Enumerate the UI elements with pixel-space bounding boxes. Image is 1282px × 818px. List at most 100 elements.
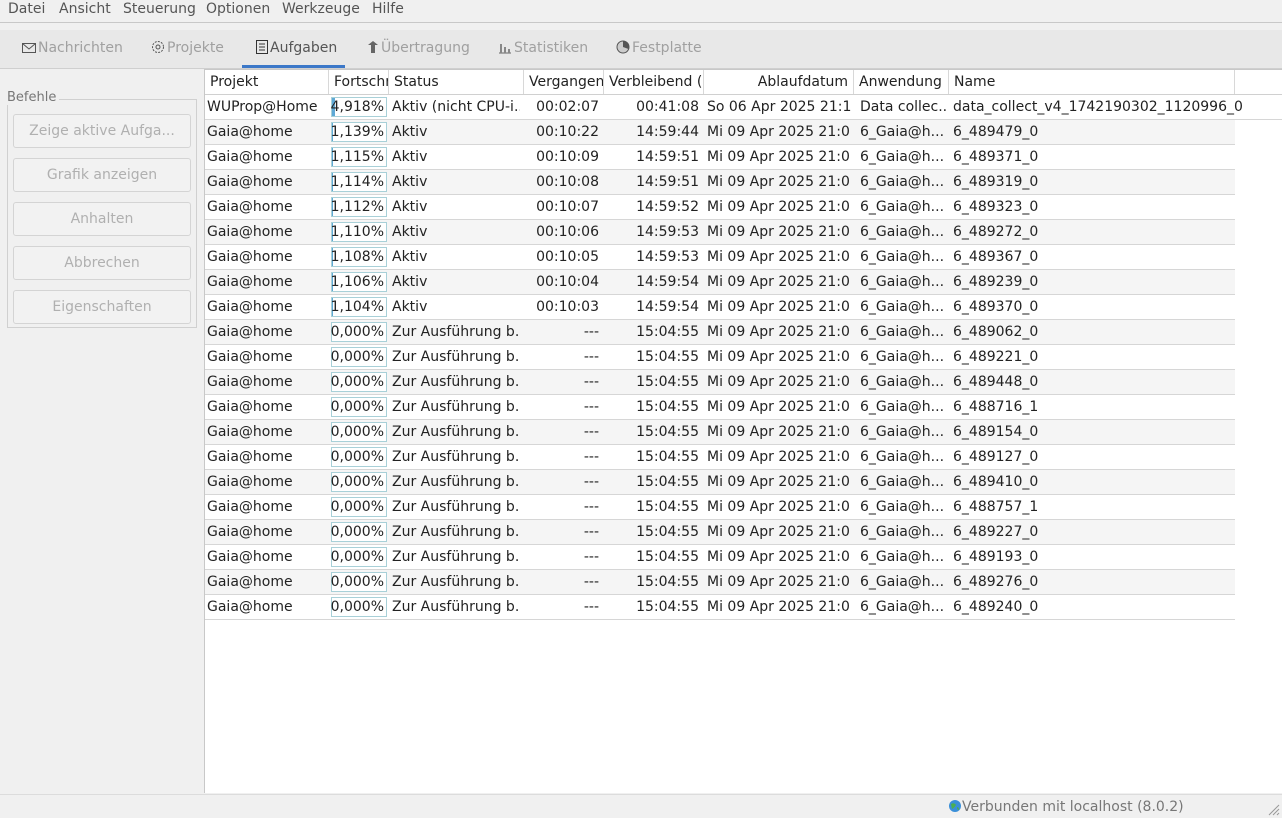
- progress-text: 0,000%: [330, 399, 384, 415]
- progress-text: 0,000%: [330, 449, 384, 465]
- cell-status: Aktiv: [392, 274, 428, 290]
- cell-deadline: Mi 09 Apr 2025 21:0...: [707, 249, 851, 265]
- column-header-status[interactable]: Status: [389, 70, 524, 94]
- table-row[interactable]: Gaia@home Zur Ausführung b... --- 15:04:55 M…: [205, 595, 1235, 620]
- progress-bar: 0,000%: [331, 422, 387, 442]
- table-row[interactable]: Gaia@home Aktiv 00:10:04 14:59:54 Mi 09 Apr …: [205, 270, 1235, 295]
- cell-status: Zur Ausführung b...: [392, 549, 520, 565]
- cell-name: 6_489193_0: [953, 549, 1039, 565]
- show-graphics-button[interactable]: Grafik anzeigen: [13, 158, 191, 192]
- column-header-fortschritt[interactable]: Fortschr: [329, 70, 389, 94]
- tab-label: Übertragung: [381, 40, 470, 56]
- cell-status: Aktiv (nicht CPU-i...: [392, 99, 520, 115]
- cell-application: 6_Gaia@h...: [860, 399, 945, 415]
- cell-elapsed: 00:10:22: [536, 124, 599, 140]
- progress-bar: 4,918%: [331, 97, 387, 117]
- table-row[interactable]: Gaia@home Zur Ausführung b... --- 15:04:55 M…: [205, 345, 1235, 370]
- table-row[interactable]: Gaia@home Aktiv 00:10:05 14:59:53 Mi 09 Apr …: [205, 245, 1235, 270]
- cell-status: Zur Ausführung b...: [392, 449, 520, 465]
- cell-deadline: Mi 09 Apr 2025 21:0...: [707, 299, 851, 315]
- tab-label: Projekte: [167, 40, 224, 56]
- table-row[interactable]: Gaia@home Aktiv 00:10:08 14:59:51 Mi 09 Apr …: [205, 170, 1235, 195]
- menu-datei[interactable]: Datei: [8, 1, 45, 17]
- tab-nachrichten[interactable]: Nachrichten: [22, 40, 123, 60]
- menu-ansicht[interactable]: Ansicht: [59, 1, 111, 17]
- cell-elapsed: 00:10:06: [536, 224, 599, 240]
- menu-hilfe[interactable]: Hilfe: [372, 1, 404, 17]
- table-row[interactable]: Gaia@home Aktiv 00:10:09 14:59:51 Mi 09 Apr …: [205, 145, 1235, 170]
- cell-deadline: Mi 09 Apr 2025 21:0...: [707, 449, 851, 465]
- tab-statistiken[interactable]: Statistiken: [498, 40, 588, 60]
- cell-elapsed: ---: [583, 574, 599, 590]
- cell-status: Zur Ausführung b...: [392, 524, 520, 540]
- cell-project: Gaia@home: [207, 124, 293, 140]
- tab-projekte[interactable]: Projekte: [151, 40, 224, 60]
- column-header-name[interactable]: Name: [949, 70, 1235, 94]
- progress-text: 1,115%: [330, 149, 384, 165]
- cell-application: 6_Gaia@h...: [860, 124, 945, 140]
- suspend-button[interactable]: Anhalten: [13, 202, 191, 236]
- column-header-anwendung[interactable]: Anwendung: [854, 70, 949, 94]
- column-header-projekt[interactable]: Projekt: [205, 70, 329, 94]
- cell-status: Aktiv: [392, 224, 428, 240]
- menu-werkzeuge[interactable]: Werkzeuge: [282, 1, 360, 17]
- cell-deadline: Mi 09 Apr 2025 21:0...: [707, 324, 851, 340]
- column-header-ablaufdatum[interactable]: Ablaufdatum: [704, 70, 854, 94]
- cell-name: 6_489448_0: [953, 374, 1039, 390]
- cell-name: 6_489479_0: [953, 124, 1039, 140]
- cell-name: 6_489227_0: [953, 524, 1039, 540]
- table-row[interactable]: Gaia@home Zur Ausführung b... --- 15:04:55 M…: [205, 395, 1235, 420]
- table-row[interactable]: Gaia@home Zur Ausführung b... --- 15:04:55 M…: [205, 420, 1235, 445]
- cell-application: Data collec...: [860, 99, 946, 115]
- menu-steuerung[interactable]: Steuerung: [123, 1, 196, 17]
- table-row[interactable]: Gaia@home Zur Ausführung b... --- 15:04:55 M…: [205, 520, 1235, 545]
- table-row[interactable]: Gaia@home Zur Ausführung b... --- 15:04:55 M…: [205, 470, 1235, 495]
- resize-grip-icon[interactable]: [1266, 802, 1280, 816]
- cell-remaining: 15:04:55: [636, 574, 699, 590]
- cell-elapsed: ---: [583, 474, 599, 490]
- cell-status: Zur Ausführung b...: [392, 374, 520, 390]
- tab-aufgaben[interactable]: Aufgaben: [256, 40, 337, 60]
- table-row[interactable]: Gaia@home Zur Ausführung b... --- 15:04:55 M…: [205, 370, 1235, 395]
- transfer-icon: [367, 40, 379, 58]
- cell-status: Zur Ausführung b...: [392, 599, 520, 615]
- progress-bar: 0,000%: [331, 497, 387, 517]
- tab-festplatte[interactable]: Festplatte: [616, 40, 702, 60]
- cell-elapsed: ---: [583, 524, 599, 540]
- cell-remaining: 15:04:55: [636, 449, 699, 465]
- table-row[interactable]: Gaia@home Aktiv 00:10:07 14:59:52 Mi 09 Apr …: [205, 195, 1235, 220]
- show-active-tasks-button[interactable]: Zeige aktive Aufga...: [13, 114, 191, 148]
- connection-text: Verbunden mit localhost (8.0.2): [962, 799, 1184, 815]
- table-row[interactable]: Gaia@home Zur Ausführung b... --- 15:04:55 M…: [205, 445, 1235, 470]
- progress-bar: 0,000%: [331, 597, 387, 617]
- cell-elapsed: ---: [583, 349, 599, 365]
- column-header-vergangen[interactable]: Vergangen: [524, 70, 604, 94]
- menu-optionen[interactable]: Optionen: [206, 1, 270, 17]
- table-row[interactable]: Gaia@home Zur Ausführung b... --- 15:04:55 M…: [205, 495, 1235, 520]
- cell-name: 6_489371_0: [953, 149, 1039, 165]
- cell-status: Zur Ausführung b...: [392, 424, 520, 440]
- cell-project: Gaia@home: [207, 149, 293, 165]
- table-row[interactable]: Gaia@home Zur Ausführung b... --- 15:04:55 M…: [205, 570, 1235, 595]
- column-header-verbleibend[interactable]: Verbleibend (g: [604, 70, 704, 94]
- cell-deadline: So 06 Apr 2025 21:1...: [707, 99, 851, 115]
- cell-deadline: Mi 09 Apr 2025 21:0...: [707, 549, 851, 565]
- progress-bar: 0,000%: [331, 372, 387, 392]
- tab-label: Festplatte: [632, 40, 702, 56]
- tab-uebertragung[interactable]: Übertragung: [367, 40, 470, 60]
- statistics-icon: [498, 40, 512, 58]
- cell-remaining: 14:59:44: [636, 124, 699, 140]
- properties-button[interactable]: Eigenschaften: [13, 290, 191, 324]
- cell-deadline: Mi 09 Apr 2025 21:0...: [707, 224, 851, 240]
- progress-text: 0,000%: [330, 524, 384, 540]
- table-row[interactable]: Gaia@home Aktiv 00:10:22 14:59:44 Mi 09 Apr …: [205, 120, 1235, 145]
- table-row[interactable]: Gaia@home Zur Ausführung b... --- 15:04:55 M…: [205, 320, 1235, 345]
- cell-deadline: Mi 09 Apr 2025 21:0...: [707, 574, 851, 590]
- abort-button[interactable]: Abbrechen: [13, 246, 191, 280]
- cell-elapsed: 00:02:07: [536, 99, 599, 115]
- table-row[interactable]: Gaia@home Zur Ausführung b... --- 15:04:55 M…: [205, 545, 1235, 570]
- table-row[interactable]: WUProp@Home Aktiv (nicht CPU-i... 00:02:07…: [205, 95, 1282, 120]
- table-row[interactable]: Gaia@home Aktiv 00:10:06 14:59:53 Mi 09 Apr …: [205, 220, 1235, 245]
- cell-application: 6_Gaia@h...: [860, 574, 945, 590]
- table-row[interactable]: Gaia@home Aktiv 00:10:03 14:59:54 Mi 09 Apr …: [205, 295, 1235, 320]
